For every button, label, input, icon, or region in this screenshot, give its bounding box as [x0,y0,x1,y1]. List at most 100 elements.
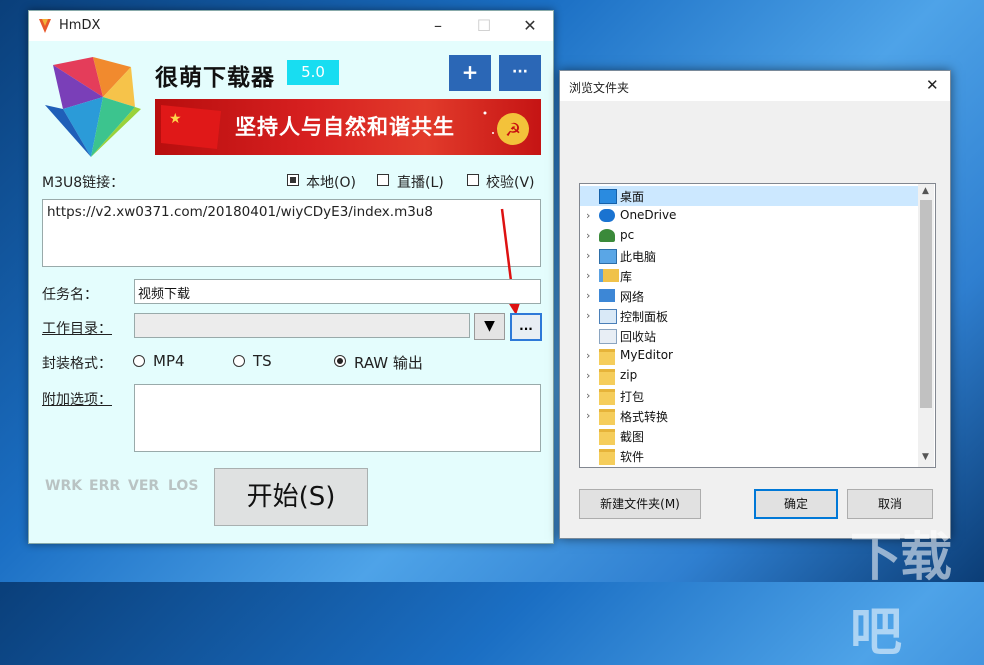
window-title: HmDX [59,18,101,33]
workdir-label[interactable]: 工作目录： [42,318,112,338]
tree-item[interactable]: › 库 [580,266,918,286]
raw-radio[interactable] [334,355,346,367]
status-err: ERR [89,478,121,494]
tree-item[interactable]: › 格式转换 [580,406,918,426]
tree-item-label: zip [620,368,638,382]
ts-label[interactable]: TS [253,352,272,370]
dialog-close-icon[interactable]: ✕ [926,76,939,94]
expand-chevron-icon[interactable]: › [586,229,590,242]
ok-button[interactable]: 确定 [754,489,838,519]
browse-button[interactable]: ... [510,313,542,341]
library-icon [599,269,619,282]
version-badge: 5.0 [287,60,339,85]
tree-item-label: 截图 [620,430,645,444]
new-folder-button[interactable]: 新建文件夹(M) [579,489,701,519]
verify-option-label[interactable]: 校验(V) [486,172,535,192]
dialog-title-bar: 浏览文件夹 ✕ [560,71,950,101]
url-value: https://v2.xw0371.com/20180401/wiyCDyE3/… [47,204,433,220]
expand-chevron-icon[interactable]: › [586,269,590,282]
url-textarea[interactable]: https://v2.xw0371.com/20180401/wiyCDyE3/… [42,199,541,267]
user-icon [599,229,615,242]
format-label: 封装格式： [42,356,112,372]
extra-options-textarea[interactable] [134,384,541,452]
tree-item[interactable]: › OneDrive [580,206,918,226]
task-name-input[interactable]: 视频下载 [134,279,541,304]
more-button[interactable]: ··· [499,55,541,91]
banner: ★ 坚持人与自然和谐共生 ☭ [155,99,541,155]
workdir-input[interactable] [134,313,470,338]
start-button[interactable]: 开始(S) [214,468,368,526]
tree-item-label: 桌面 [620,190,645,204]
tree-item-label: 库 [620,270,633,284]
tree-item[interactable]: › 此电脑 [580,246,918,266]
task-name-label: 任务名： [42,287,98,303]
expand-chevron-icon[interactable]: › [586,409,590,422]
tree-item[interactable]: › zip [580,366,918,386]
live-checkbox[interactable] [377,174,389,186]
expand-chevron-icon[interactable]: › [586,249,590,262]
tree-item-label: 网络 [620,290,645,304]
cloud-icon [599,209,615,222]
tree-item-label: 打包 [620,390,645,404]
expand-chevron-icon[interactable]: › [586,289,590,302]
computer-icon [599,249,617,264]
folder-tree[interactable]: 桌面 › OneDrive › pc › 此电脑 › 库 › 网络 › 控制面板 回收站 › MyEditor… [579,183,936,468]
app-name: 很萌下载器 [155,65,275,91]
desktop-icon [599,189,617,204]
task-name-value: 视频下载 [138,287,191,302]
live-option-label[interactable]: 直播(L) [397,172,444,192]
status-los: LOS [168,478,199,494]
tree-scrollbar[interactable]: ▲ ▼ [918,184,934,467]
tree-item-label: OneDrive [620,208,677,222]
status-ver: VER [128,478,160,494]
tree-item-label: MyEditor [620,348,673,362]
emblem-icon: ☭ [483,111,529,145]
add-button[interactable]: + [449,55,491,91]
scroll-down-icon[interactable]: ▼ [922,452,929,462]
tree-item-label: 回收站 [620,330,657,344]
extra-options-label[interactable]: 附加选项： [42,389,112,409]
hmdx-window: HmDX – ☐ ✕ 很萌下载器 5.0 + ··· ★ 坚持人与自然和谐共生 … [28,10,554,544]
tree-item[interactable]: › MyEditor [580,346,918,366]
ts-radio[interactable] [233,355,245,367]
tree-item-label: 此电脑 [620,250,657,264]
expand-chevron-icon[interactable]: › [586,369,590,382]
tree-item-label: 控制面板 [620,310,669,324]
expand-chevron-icon[interactable]: › [586,389,590,402]
tree-item[interactable]: › 打包 [580,386,918,406]
raw-label[interactable]: RAW 输出 [354,352,423,373]
local-option-label[interactable]: 本地(O) [306,172,356,192]
tree-item[interactable]: 桌面 [580,186,918,206]
scroll-up-icon[interactable]: ▲ [922,186,929,196]
mp4-label[interactable]: MP4 [153,352,185,370]
tree-item-label: 格式转换 [620,410,669,424]
mp4-radio[interactable] [133,355,145,367]
scroll-thumb[interactable] [920,200,932,408]
tree-item[interactable]: › 网络 [580,286,918,306]
local-checkbox[interactable] [287,174,299,186]
tree-item-label: 软件 [620,450,645,464]
expand-chevron-icon[interactable]: › [586,349,590,362]
title-bar: HmDX – ☐ ✕ [29,11,553,41]
network-icon [599,289,615,302]
folder-icon [599,389,615,405]
expand-chevron-icon[interactable]: › [586,209,590,222]
tree-item[interactable]: › pc [580,226,918,246]
expand-chevron-icon[interactable]: › [586,309,590,322]
recycle-bin-icon [599,329,617,344]
tree-item[interactable]: › 控制面板 [580,306,918,326]
banner-slogan: 坚持人与自然和谐共生 [235,115,455,139]
folder-icon [599,409,615,425]
app-icon [39,19,51,33]
app-logo [45,57,141,157]
tree-item[interactable]: 截图 [580,426,918,446]
tree-item[interactable]: 回收站 [580,326,918,346]
folder-icon [599,369,615,385]
maximize-button: ☐ [476,16,492,35]
minimize-button[interactable]: – [415,11,461,41]
tree-item-label: pc [620,228,635,242]
verify-checkbox[interactable] [467,174,479,186]
tree-item[interactable]: 软件 [580,446,918,466]
workdir-dropdown-button[interactable]: ▼ [474,313,505,340]
close-button[interactable]: ✕ [507,11,553,41]
